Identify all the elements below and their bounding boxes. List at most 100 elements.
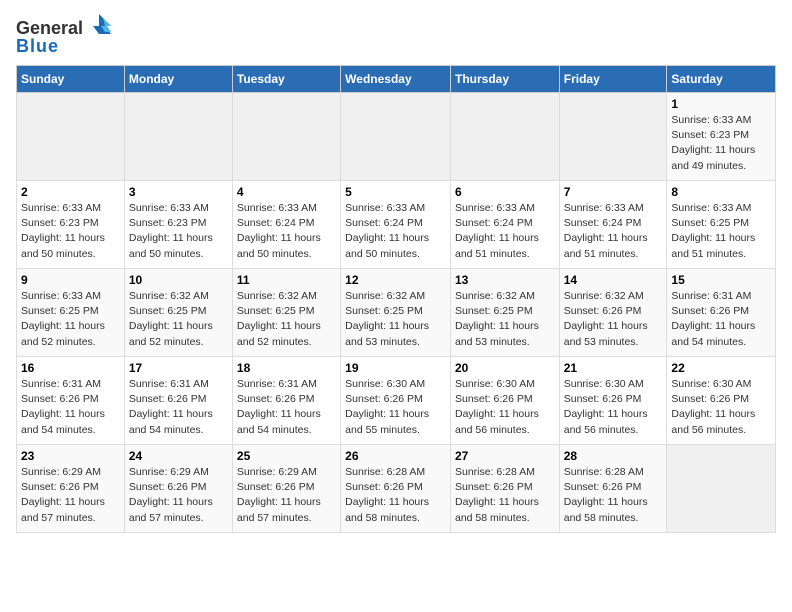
day-cell: 25 Sunrise: 6:29 AM Sunset: 6:26 PM Dayli… bbox=[232, 445, 340, 533]
day-info: Sunrise: 6:32 AM Sunset: 6:25 PM Dayligh… bbox=[455, 289, 555, 350]
day-cell: 24 Sunrise: 6:29 AM Sunset: 6:26 PM Dayli… bbox=[124, 445, 232, 533]
day-cell: 6 Sunrise: 6:33 AM Sunset: 6:24 PM Daylig… bbox=[450, 181, 559, 269]
day-info: Sunrise: 6:30 AM Sunset: 6:26 PM Dayligh… bbox=[345, 377, 446, 438]
day-cell: 27 Sunrise: 6:28 AM Sunset: 6:26 PM Dayli… bbox=[450, 445, 559, 533]
day-info: Sunrise: 6:30 AM Sunset: 6:26 PM Dayligh… bbox=[671, 377, 771, 438]
day-cell: 22 Sunrise: 6:30 AM Sunset: 6:26 PM Dayli… bbox=[667, 357, 776, 445]
day-info: Sunrise: 6:31 AM Sunset: 6:26 PM Dayligh… bbox=[21, 377, 120, 438]
day-number: 28 bbox=[564, 449, 663, 463]
day-info: Sunrise: 6:28 AM Sunset: 6:26 PM Dayligh… bbox=[345, 465, 446, 526]
day-cell: 3 Sunrise: 6:33 AM Sunset: 6:23 PM Daylig… bbox=[124, 181, 232, 269]
day-number: 19 bbox=[345, 361, 446, 375]
day-cell: 20 Sunrise: 6:30 AM Sunset: 6:26 PM Dayli… bbox=[450, 357, 559, 445]
day-number: 16 bbox=[21, 361, 120, 375]
day-cell: 5 Sunrise: 6:33 AM Sunset: 6:24 PM Daylig… bbox=[341, 181, 451, 269]
day-info: Sunrise: 6:32 AM Sunset: 6:26 PM Dayligh… bbox=[564, 289, 663, 350]
day-cell: 4Sunrise: 6:33 AM Sunset: 6:24 PM Daylig… bbox=[232, 181, 340, 269]
col-header-thursday: Thursday bbox=[450, 66, 559, 93]
col-header-sunday: Sunday bbox=[17, 66, 125, 93]
day-cell: 21 Sunrise: 6:30 AM Sunset: 6:26 PM Dayli… bbox=[559, 357, 667, 445]
day-number: 8 bbox=[671, 185, 771, 199]
col-header-tuesday: Tuesday bbox=[232, 66, 340, 93]
day-cell: 11 Sunrise: 6:32 AM Sunset: 6:25 PM Dayli… bbox=[232, 269, 340, 357]
day-number: 18 bbox=[237, 361, 336, 375]
day-info: Sunrise: 6:33 AM Sunset: 6:24 PM Dayligh… bbox=[455, 201, 555, 262]
day-number: 20 bbox=[455, 361, 555, 375]
day-cell: 28 Sunrise: 6:28 AM Sunset: 6:26 PM Dayli… bbox=[559, 445, 667, 533]
day-info: Sunrise: 6:29 AM Sunset: 6:26 PM Dayligh… bbox=[129, 465, 228, 526]
day-info: Sunrise: 6:33 AM Sunset: 6:23 PM Dayligh… bbox=[671, 113, 771, 174]
day-info: Sunrise: 6:30 AM Sunset: 6:26 PM Dayligh… bbox=[455, 377, 555, 438]
day-info: Sunrise: 6:33 AM Sunset: 6:23 PM Dayligh… bbox=[21, 201, 120, 262]
day-info: Sunrise: 6:33 AM Sunset: 6:25 PM Dayligh… bbox=[671, 201, 771, 262]
day-number: 1 bbox=[671, 97, 771, 111]
day-number: 5 bbox=[345, 185, 446, 199]
day-number: 27 bbox=[455, 449, 555, 463]
day-info: Sunrise: 6:30 AM Sunset: 6:26 PM Dayligh… bbox=[564, 377, 663, 438]
day-number: 14 bbox=[564, 273, 663, 287]
day-cell bbox=[450, 93, 559, 181]
day-cell bbox=[232, 93, 340, 181]
day-info: Sunrise: 6:29 AM Sunset: 6:26 PM Dayligh… bbox=[237, 465, 336, 526]
col-header-friday: Friday bbox=[559, 66, 667, 93]
day-info: Sunrise: 6:32 AM Sunset: 6:25 PM Dayligh… bbox=[129, 289, 228, 350]
day-number: 12 bbox=[345, 273, 446, 287]
day-number: 3 bbox=[129, 185, 228, 199]
week-row-2: 2 Sunrise: 6:33 AM Sunset: 6:23 PM Daylig… bbox=[17, 181, 776, 269]
col-header-monday: Monday bbox=[124, 66, 232, 93]
week-row-1: 1 Sunrise: 6:33 AM Sunset: 6:23 PM Daylig… bbox=[17, 93, 776, 181]
day-number: 26 bbox=[345, 449, 446, 463]
day-cell: 17 Sunrise: 6:31 AM Sunset: 6:26 PM Dayli… bbox=[124, 357, 232, 445]
week-row-5: 23 Sunrise: 6:29 AM Sunset: 6:26 PM Dayli… bbox=[17, 445, 776, 533]
day-number: 23 bbox=[21, 449, 120, 463]
day-info: Sunrise: 6:32 AM Sunset: 6:25 PM Dayligh… bbox=[237, 289, 336, 350]
day-info: Sunrise: 6:31 AM Sunset: 6:26 PM Dayligh… bbox=[129, 377, 228, 438]
day-cell: 8 Sunrise: 6:33 AM Sunset: 6:25 PM Daylig… bbox=[667, 181, 776, 269]
day-cell: 2 Sunrise: 6:33 AM Sunset: 6:23 PM Daylig… bbox=[17, 181, 125, 269]
day-info: Sunrise: 6:33 AM Sunset: 6:24 PM Dayligh… bbox=[345, 201, 446, 262]
day-number: 7 bbox=[564, 185, 663, 199]
day-number: 9 bbox=[21, 273, 120, 287]
day-cell: 19 Sunrise: 6:30 AM Sunset: 6:26 PM Dayli… bbox=[341, 357, 451, 445]
logo: General Blue bbox=[16, 16, 113, 57]
calendar-table: SundayMondayTuesdayWednesdayThursdayFrid… bbox=[16, 65, 776, 533]
day-cell: 16 Sunrise: 6:31 AM Sunset: 6:26 PM Dayli… bbox=[17, 357, 125, 445]
logo-icon bbox=[85, 12, 113, 40]
day-cell bbox=[559, 93, 667, 181]
day-number: 25 bbox=[237, 449, 336, 463]
day-cell: 12 Sunrise: 6:32 AM Sunset: 6:25 PM Dayli… bbox=[341, 269, 451, 357]
page-header: General Blue bbox=[16, 16, 776, 57]
day-cell: 1 Sunrise: 6:33 AM Sunset: 6:23 PM Daylig… bbox=[667, 93, 776, 181]
day-number: 17 bbox=[129, 361, 228, 375]
day-info: Sunrise: 6:33 AM Sunset: 6:24 PM Dayligh… bbox=[237, 201, 336, 262]
col-header-saturday: Saturday bbox=[667, 66, 776, 93]
day-number: 21 bbox=[564, 361, 663, 375]
day-cell bbox=[124, 93, 232, 181]
day-cell: 13 Sunrise: 6:32 AM Sunset: 6:25 PM Dayli… bbox=[450, 269, 559, 357]
header-row: SundayMondayTuesdayWednesdayThursdayFrid… bbox=[17, 66, 776, 93]
day-info: Sunrise: 6:29 AM Sunset: 6:26 PM Dayligh… bbox=[21, 465, 120, 526]
day-cell: 10 Sunrise: 6:32 AM Sunset: 6:25 PM Dayli… bbox=[124, 269, 232, 357]
day-info: Sunrise: 6:28 AM Sunset: 6:26 PM Dayligh… bbox=[455, 465, 555, 526]
day-number: 10 bbox=[129, 273, 228, 287]
day-cell: 26 Sunrise: 6:28 AM Sunset: 6:26 PM Dayli… bbox=[341, 445, 451, 533]
day-info: Sunrise: 6:28 AM Sunset: 6:26 PM Dayligh… bbox=[564, 465, 663, 526]
day-info: Sunrise: 6:33 AM Sunset: 6:25 PM Dayligh… bbox=[21, 289, 120, 350]
day-info: Sunrise: 6:33 AM Sunset: 6:24 PM Dayligh… bbox=[564, 201, 663, 262]
day-number: 2 bbox=[21, 185, 120, 199]
day-info: Sunrise: 6:32 AM Sunset: 6:25 PM Dayligh… bbox=[345, 289, 446, 350]
day-number: 24 bbox=[129, 449, 228, 463]
day-info: Sunrise: 6:31 AM Sunset: 6:26 PM Dayligh… bbox=[237, 377, 336, 438]
logo-blue: Blue bbox=[16, 36, 59, 57]
week-row-3: 9 Sunrise: 6:33 AM Sunset: 6:25 PM Daylig… bbox=[17, 269, 776, 357]
day-cell: 7 Sunrise: 6:33 AM Sunset: 6:24 PM Daylig… bbox=[559, 181, 667, 269]
day-info: Sunrise: 6:33 AM Sunset: 6:23 PM Dayligh… bbox=[129, 201, 228, 262]
day-number: 15 bbox=[671, 273, 771, 287]
day-number: 6 bbox=[455, 185, 555, 199]
col-header-wednesday: Wednesday bbox=[341, 66, 451, 93]
week-row-4: 16 Sunrise: 6:31 AM Sunset: 6:26 PM Dayli… bbox=[17, 357, 776, 445]
day-number: 13 bbox=[455, 273, 555, 287]
day-number: 22 bbox=[671, 361, 771, 375]
day-number: 11 bbox=[237, 273, 336, 287]
day-cell bbox=[341, 93, 451, 181]
